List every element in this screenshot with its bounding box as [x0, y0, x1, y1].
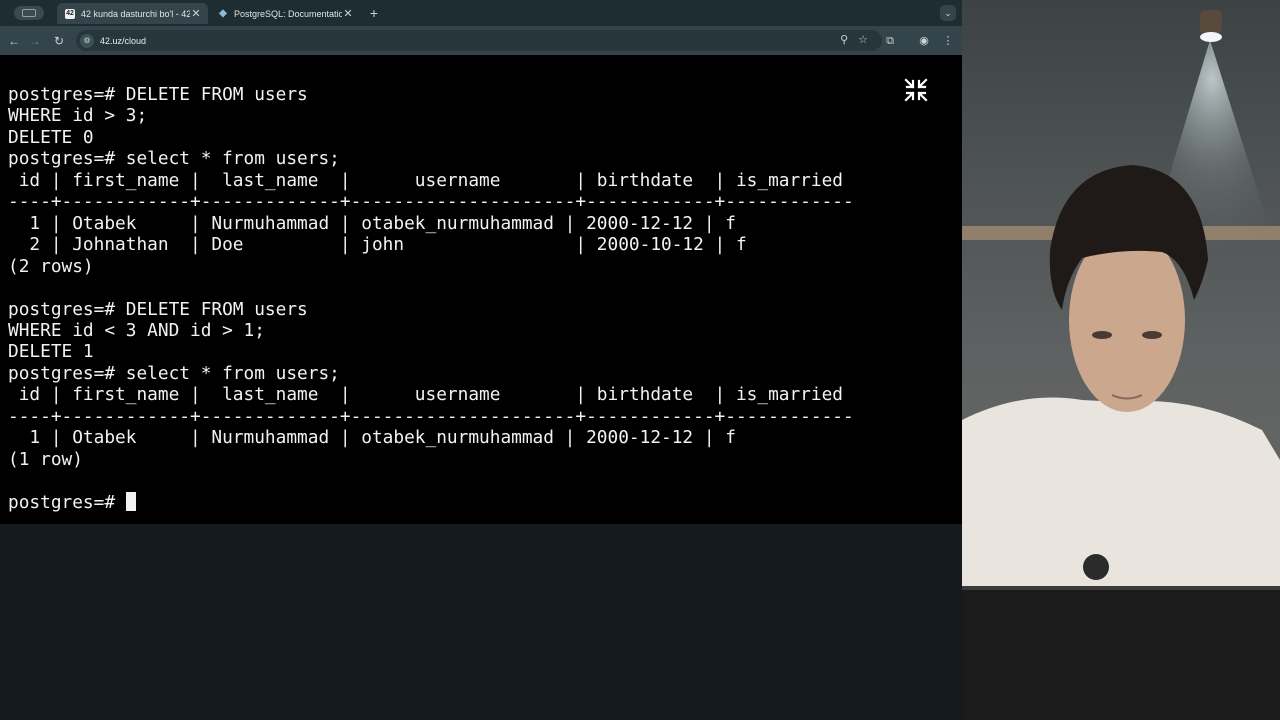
profile-icon[interactable]: ◉: [916, 33, 932, 49]
tab-42[interactable]: 42 42 kunda dasturchi bo'l - 42. ✕: [57, 3, 208, 24]
terminal-line: postgres=# select * from users;: [8, 362, 340, 384]
address-bar[interactable]: ⚙ 42.uz/cloud ⚲ ☆: [76, 30, 882, 51]
terminal-line: postgres=# DELETE FROM users: [8, 84, 308, 105]
url-text: 42.uz/cloud: [100, 35, 147, 46]
terminal-line: (2 rows): [8, 255, 94, 277]
tab-favicon-42: 42: [65, 8, 75, 19]
terminal-line: 2 | Johnathan | Doe | john | 2000-10-12 …: [29, 234, 747, 256]
forward-icon[interactable]: →: [27, 33, 43, 49]
tab-postgresql-docs[interactable]: ◆ PostgreSQL: Documentation: ✕: [210, 3, 360, 24]
terminal-line: postgres=# select * from users;: [8, 148, 340, 170]
tab-strip: 42 42 kunda dasturchi bo'l - 42. ✕ ◆ Pos…: [0, 0, 962, 26]
zoom-icon[interactable]: ⚲: [840, 33, 848, 46]
terminal-prompt: postgres=#: [8, 491, 126, 513]
terminal-line: DELETE 1: [8, 341, 94, 363]
terminal-line: ----+------------+-------------+--------…: [8, 191, 854, 213]
webcam-feed: [962, 0, 1280, 720]
presenter-image: [962, 0, 1280, 720]
page-background: [0, 524, 962, 720]
terminal-cursor: [125, 491, 136, 511]
browser-window: 42 42 kunda dasturchi bo'l - 42. ✕ ◆ Pos…: [0, 0, 962, 720]
terminal-line: DELETE 0: [8, 126, 94, 148]
terminal-lines: postgres=# DELETE FROM users WHERE id > …: [8, 84, 854, 470]
bookmark-star-icon[interactable]: ☆: [858, 33, 868, 46]
terminal-output: postgres=# DELETE FROM users WHERE id > …: [8, 84, 854, 513]
terminal-line: 1 | Otabek | Nurmuhammad | otabek_nurmuh…: [29, 212, 736, 234]
browser-toolbar: ← → ↻ ⚙ 42.uz/cloud ⚲ ☆ ⧉ ◉ ⋮: [0, 26, 962, 55]
elephant-icon: ◆: [219, 8, 227, 19]
terminal[interactable]: postgres=# DELETE FROM users WHERE id > …: [0, 55, 962, 524]
terminal-line: (1 row): [8, 448, 83, 470]
tab-title: 42 kunda dasturchi bo'l - 42.: [81, 8, 190, 19]
terminal-line: 1 | Otabek | Nurmuhammad | otabek_nurmuh…: [29, 427, 736, 449]
back-icon[interactable]: ←: [6, 33, 22, 49]
terminal-line: ----+------------+-------------+--------…: [8, 405, 854, 427]
menu-icon[interactable]: ⋮: [940, 33, 956, 49]
tab-search-button[interactable]: ⌄: [940, 5, 956, 21]
close-icon[interactable]: ✕: [342, 7, 354, 20]
close-icon[interactable]: ✕: [190, 7, 202, 20]
terminal-line: WHERE id < 3 AND id > 1;: [8, 319, 265, 341]
exit-fullscreen-icon[interactable]: [903, 77, 929, 103]
reload-icon[interactable]: ↻: [51, 33, 67, 49]
extensions-icon[interactable]: ⧉: [882, 33, 898, 49]
terminal-line: id | first_name | last_name | username |…: [18, 384, 844, 406]
terminal-line: WHERE id > 3;: [8, 105, 148, 127]
terminal-line: id | first_name | last_name | username |…: [18, 169, 844, 191]
new-tab-button[interactable]: +: [366, 3, 382, 23]
tab-group-icon[interactable]: [14, 6, 44, 20]
tab-title: PostgreSQL: Documentation:: [234, 8, 342, 19]
terminal-line: postgres=# DELETE FROM users: [8, 298, 308, 320]
site-info-icon[interactable]: ⚙: [80, 33, 94, 48]
